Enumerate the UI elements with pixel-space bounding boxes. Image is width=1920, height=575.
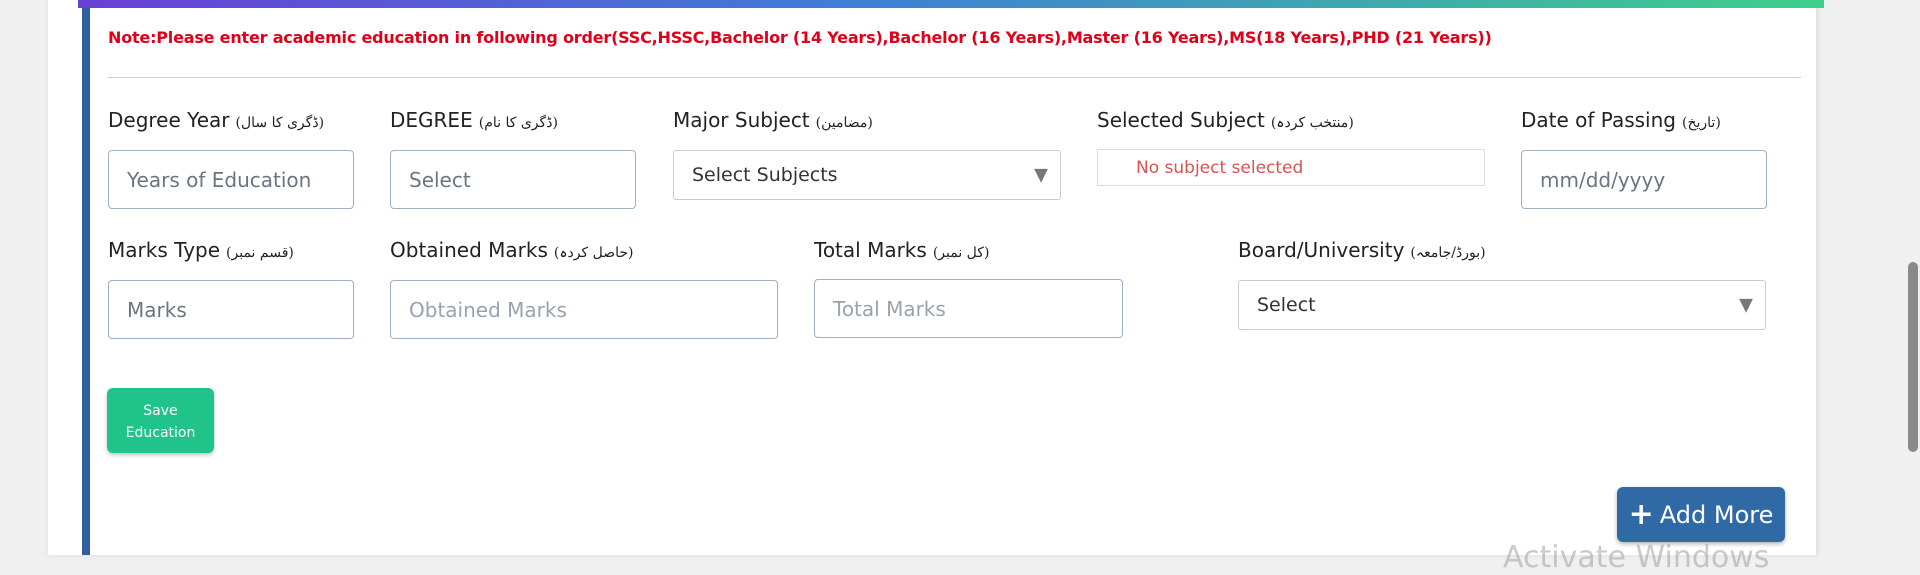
major-subject-label-text: Major Subject bbox=[673, 108, 810, 132]
activate-windows-watermark: Activate Windows bbox=[1503, 540, 1770, 575]
card-left-stripe bbox=[82, 8, 90, 555]
obtained-marks-label-text: Obtained Marks bbox=[390, 238, 548, 262]
date-of-passing-label-text: Date of Passing bbox=[1521, 108, 1676, 132]
date-of-passing-label-urdu: (تاریخ) bbox=[1681, 115, 1721, 131]
major-subject-label: Major Subject (مضامین) bbox=[673, 108, 873, 132]
board-university-label-text: Board/University bbox=[1238, 238, 1405, 262]
marks-type-label: Marks Type (قسم نمبر) bbox=[108, 238, 294, 262]
degree-select[interactable]: Select bbox=[390, 150, 636, 209]
save-education-button[interactable]: Save Education bbox=[107, 388, 214, 453]
obtained-marks-input[interactable]: Obtained Marks bbox=[390, 280, 778, 339]
degree-year-label-urdu: (ڈگری کا سال) bbox=[235, 115, 325, 131]
card-right-border bbox=[1816, 8, 1818, 555]
selected-subject-display: No subject selected bbox=[1097, 149, 1485, 186]
education-order-note: Note:Please enter academic education in … bbox=[108, 28, 1492, 47]
marks-type-input[interactable]: Marks bbox=[108, 280, 354, 339]
selected-subject-label-text: Selected Subject bbox=[1097, 108, 1265, 132]
degree-label-urdu: (ڈگری کا نام) bbox=[478, 115, 558, 131]
date-of-passing-input[interactable]: mm/dd/yyyy bbox=[1521, 150, 1767, 209]
board-university-select-value: Select bbox=[1257, 294, 1316, 316]
caret-down-icon: ▼ bbox=[1739, 294, 1753, 316]
major-subject-select-value: Select Subjects bbox=[692, 164, 838, 186]
add-more-label: Add More bbox=[1659, 500, 1774, 529]
caret-down-icon: ▼ bbox=[1034, 164, 1048, 186]
obtained-marks-label-urdu: (حاصل کردہ) bbox=[553, 245, 634, 261]
total-marks-label: Total Marks (کل نمبر) bbox=[814, 238, 989, 262]
degree-label: DEGREE (ڈگری کا نام) bbox=[390, 108, 558, 132]
degree-year-label: Degree Year (ڈگری کا سال) bbox=[108, 108, 324, 132]
date-of-passing-label: Date of Passing (تاریخ) bbox=[1521, 108, 1721, 132]
major-subject-select[interactable]: Select Subjects ▼ bbox=[673, 150, 1061, 200]
degree-label-text: DEGREE bbox=[390, 108, 473, 132]
degree-year-input[interactable]: Years of Education bbox=[108, 150, 354, 209]
major-subject-label-urdu: (مضامین) bbox=[815, 115, 873, 131]
page-scrollbar-thumb[interactable] bbox=[1908, 262, 1918, 452]
education-form-card bbox=[48, 0, 1818, 555]
note-divider bbox=[108, 77, 1801, 78]
card-top-accent bbox=[78, 0, 1824, 8]
degree-year-label-text: Degree Year bbox=[108, 108, 230, 132]
selected-subject-label: Selected Subject (منتخب کردہ) bbox=[1097, 108, 1354, 132]
plus-icon: + bbox=[1628, 496, 1654, 532]
board-university-select[interactable]: Select ▼ bbox=[1238, 280, 1766, 330]
marks-type-label-urdu: (قسم نمبر) bbox=[226, 245, 294, 261]
total-marks-label-urdu: (کل نمبر) bbox=[932, 245, 990, 261]
selected-subject-label-urdu: (منتخب کردہ) bbox=[1270, 115, 1354, 131]
obtained-marks-label: Obtained Marks (حاصل کردہ) bbox=[390, 238, 634, 262]
add-more-button[interactable]: + Add More bbox=[1617, 487, 1785, 542]
board-university-label-urdu: (بورڈ/جامعہ) bbox=[1410, 245, 1486, 261]
total-marks-label-text: Total Marks bbox=[814, 238, 927, 262]
board-university-label: Board/University (بورڈ/جامعہ) bbox=[1238, 238, 1486, 262]
total-marks-input[interactable]: Total Marks bbox=[814, 279, 1123, 338]
marks-type-label-text: Marks Type bbox=[108, 238, 221, 262]
